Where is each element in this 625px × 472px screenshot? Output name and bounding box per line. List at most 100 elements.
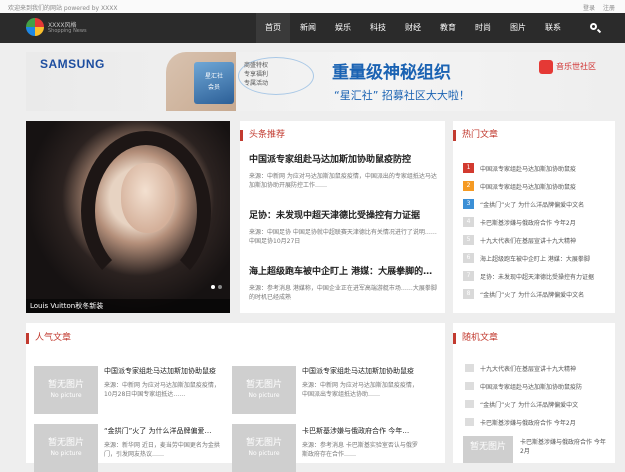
popular-item[interactable]: 中国派专家组赴马达加斯加协助鼠疫 来源：中新网 为应对马达加斯加鼠疫疫情，中国派… (302, 366, 420, 408)
rank-badge: 5 (463, 235, 474, 245)
placeholder-text: 暂无图片 (245, 380, 282, 390)
nav-item-entertainment[interactable]: 娱乐 (326, 13, 360, 43)
headline-item[interactable]: 足协：未发现中超天津德比受操控有力证据 来源：中国足协 中国足协就中超联赛天津德… (249, 208, 437, 255)
nav-item-contact[interactable]: 联系 (536, 13, 570, 43)
popular-item-title[interactable]: “金拱门”火了 为什么洋品牌偏爱… (104, 426, 222, 436)
nav-item-news[interactable]: 新闻 (291, 13, 325, 43)
random-item[interactable]: “金拱门”火了 为什么洋品牌偏爱中文 (465, 396, 605, 412)
search-icon[interactable] (588, 21, 602, 35)
auth-links: 登录 注册 (577, 3, 615, 12)
popular-item[interactable]: 中国派专家组赴马达加斯加协助鼠疫 来源：中新网 为应对马达加斯加鼠疫疫情，10月… (104, 366, 222, 408)
headline-desc: 来源：中国足协 中国足协就中超联赛天津德比有关情况进行了说明……中国足协10月2… (249, 229, 437, 245)
hero-slider[interactable]: Louis Vuitton秋冬新装 (26, 121, 230, 313)
hot-item-label[interactable]: “金拱门”火了 为什么洋品牌偏爱中文名 (480, 200, 584, 209)
banner-headline: 重量级神秘组织 (332, 63, 451, 83)
rank-badge: 3 (463, 199, 474, 209)
bullet-square (465, 418, 474, 426)
popular-item[interactable]: 卡巴斯基涉嫌与俄政府合作 今年… 来源：参考消息 卡巴斯基实验室否认与俄罗斯政府… (302, 426, 420, 468)
slider-dots (208, 274, 222, 293)
headline-item[interactable]: 中国派专家组赴马达加斯加协助鼠疫防控 来源：中新网 为应对马达加斯加鼠疫疫情，中… (249, 152, 437, 199)
welcome-text: 欢迎来到我们的网站 powered by XXXX (8, 5, 118, 12)
popular-item-title[interactable]: 中国派专家组赴马达加斯加协助鼠疫 (302, 366, 420, 376)
popular-item-desc: 来源：新华网 近日，麦当劳中国更名为金拱门，引发网友热议…… (104, 442, 220, 458)
hot-item[interactable]: 4 卡巴斯基涉嫌与俄政府合作 今年2月 (463, 214, 608, 230)
popular-item-title[interactable]: 中国派专家组赴马达加斯加协助鼠疫 (104, 366, 222, 376)
member-card-title: 星汇社 (204, 73, 223, 80)
hot-item[interactable]: 6 海上超级跑车被中企盯上 港媒：大展拳脚 (463, 250, 608, 266)
random-item-label[interactable]: “金拱门”火了 为什么洋品牌偏爱中文 (480, 400, 578, 409)
thumbnail-placeholder[interactable]: 暂无图片 No picture (232, 366, 296, 414)
bullet-square (465, 400, 474, 408)
headline-title[interactable]: 足协：未发现中超天津德比受操控有力证据 (249, 208, 437, 221)
thumbnail-placeholder[interactable]: 暂无图片 No picture (34, 424, 98, 472)
model-face (121, 163, 175, 233)
placeholder-text: 暂无图片 (469, 442, 506, 452)
logo-icon (26, 18, 44, 36)
hot-item-label[interactable]: 十九大代表们在基层宣讲十九大精神 (480, 236, 576, 245)
popular-title: 人气文章 (26, 333, 71, 344)
logo-subtext: Shopping News (48, 28, 87, 34)
slider-dot-active[interactable] (211, 285, 215, 289)
nav-item-home[interactable]: 首页 (256, 13, 290, 43)
nav-item-fashion[interactable]: 时尚 (466, 13, 500, 43)
random-item-label[interactable]: 卡巴斯基涉嫌与俄政府合作 今年2月 (480, 418, 576, 427)
thumbnail-placeholder[interactable]: 暂无图片 No picture (232, 424, 296, 472)
thumbnail-placeholder[interactable]: 暂无图片 (463, 436, 513, 463)
hot-item[interactable]: 5 十九大代表们在基层宣讲十九大精神 (463, 232, 608, 248)
headline-item[interactable]: 海上超级跑车被中企盯上 港媒：大展拳脚的… 来源：参考消息 港媒称，中国企业正在… (249, 264, 437, 311)
random-item-label[interactable]: 十九大代表们在基层宣讲十九大精神 (480, 364, 576, 373)
placeholder-subtext: No picture (248, 392, 280, 399)
placeholder-subtext: No picture (248, 450, 280, 457)
site-logo[interactable]: XXXX风格 Shopping News (26, 18, 96, 38)
headline-title[interactable]: 中国派专家组赴马达加斯加协助鼠疫防控 (249, 152, 437, 165)
ad-banner[interactable]: SAMSUNG 星汇社 会员 商盛特权 专享福利 专属活动 重量级神秘组织 “星… (26, 52, 615, 111)
perk-item: 专属活动 (244, 80, 269, 87)
hot-item[interactable]: 1 中国派专家组赴马达加斯加协助鼠疫 (463, 160, 608, 176)
perk-item: 专享福利 (244, 71, 269, 78)
rank-badge: 8 (463, 289, 474, 299)
slider-dot[interactable] (218, 285, 222, 289)
popular-item-desc: 来源：中新网 为应对马达加斯加鼠疫疫情，中国派出专家组抵达协助…… (302, 382, 418, 398)
placeholder-text: 暂无图片 (47, 438, 84, 448)
rank-badge: 4 (463, 217, 474, 227)
bullet-square (465, 382, 474, 390)
popular-item-title[interactable]: 卡巴斯基涉嫌与俄政府合作 今年… (302, 426, 420, 436)
random-item[interactable]: 卡巴斯基涉嫌与俄政府合作 今年2月 (465, 414, 605, 430)
nav-menu: 首页 新闻 娱乐 科技 财经 教育 时尚 图片 联系 (256, 13, 571, 43)
nav-item-tech[interactable]: 科技 (361, 13, 395, 43)
headlines-title: 头条推荐 (240, 130, 285, 141)
hot-item-label[interactable]: 中国派专家组赴马达加斯加协助鼠疫 (480, 164, 576, 173)
nav-item-education[interactable]: 教育 (431, 13, 465, 43)
thumbnail-placeholder[interactable]: 暂无图片 No picture (34, 366, 98, 414)
hot-item-label[interactable]: 卡巴斯基涉嫌与俄政府合作 今年2月 (480, 218, 576, 227)
placeholder-subtext: No picture (50, 392, 82, 399)
hot-item[interactable]: 2 中国派专家组赴马达加斯加协助鼠疫 (463, 178, 608, 194)
hot-title: 热门文章 (453, 130, 498, 141)
hot-item-label[interactable]: 海上超级跑车被中企盯上 港媒：大展拳脚 (480, 254, 590, 263)
nav-item-finance[interactable]: 财经 (396, 13, 430, 43)
hot-item-label[interactable]: 足协：未发现中超天津德比受操控有力证据 (480, 272, 594, 281)
hot-item[interactable]: 7 足协：未发现中超天津德比受操控有力证据 (463, 268, 608, 284)
member-card: 星汇社 会员 (194, 62, 234, 104)
rank-badge: 6 (463, 253, 474, 263)
placeholder-text: 暂无图片 (245, 438, 282, 448)
random-item[interactable]: 中国派专家组赴马达加斯加协助鼠疫防 (465, 378, 605, 394)
samsung-logo: SAMSUNG (40, 57, 105, 71)
random-item-label[interactable]: 中国派专家组赴马达加斯加协助鼠疫防 (480, 382, 582, 391)
random-item[interactable]: 十九大代表们在基层宣讲十九大精神 (465, 360, 605, 376)
headline-title[interactable]: 海上超级跑车被中企盯上 港媒：大展拳脚的… (249, 264, 437, 277)
hot-item-label[interactable]: 中国派专家组赴马达加斯加协助鼠疫 (480, 182, 576, 191)
top-bar: 欢迎来到我们的网站 powered by XXXX 登录 注册 (0, 0, 625, 13)
hot-item[interactable]: 8 “金拱门”火了 为什么洋品牌偏爱中文名 (463, 286, 608, 302)
popular-item[interactable]: “金拱门”火了 为什么洋品牌偏爱… 来源：新华网 近日，麦当劳中国更名为金拱门，… (104, 426, 222, 468)
hero-caption[interactable]: Louis Vuitton秋冬新装 (26, 299, 230, 313)
member-card-sub: 会员 (207, 84, 220, 91)
club-logo-icon (539, 60, 553, 74)
random-feature-label[interactable]: 卡巴斯基涉嫌与俄政府合作 今年2月 (520, 438, 608, 462)
headline-desc: 来源：中新网 为应对马达加斯加鼠疫疫情，中国派出的专家组抵达马达加斯加协助开展防… (249, 173, 437, 189)
hot-item[interactable]: 3 “金拱门”火了 为什么洋品牌偏爱中文名 (463, 196, 608, 212)
register-link[interactable]: 注册 (603, 5, 615, 12)
hot-item-label[interactable]: “金拱门”火了 为什么洋品牌偏爱中文名 (480, 290, 584, 299)
nav-item-images[interactable]: 图片 (501, 13, 535, 43)
login-link[interactable]: 登录 (583, 5, 595, 12)
